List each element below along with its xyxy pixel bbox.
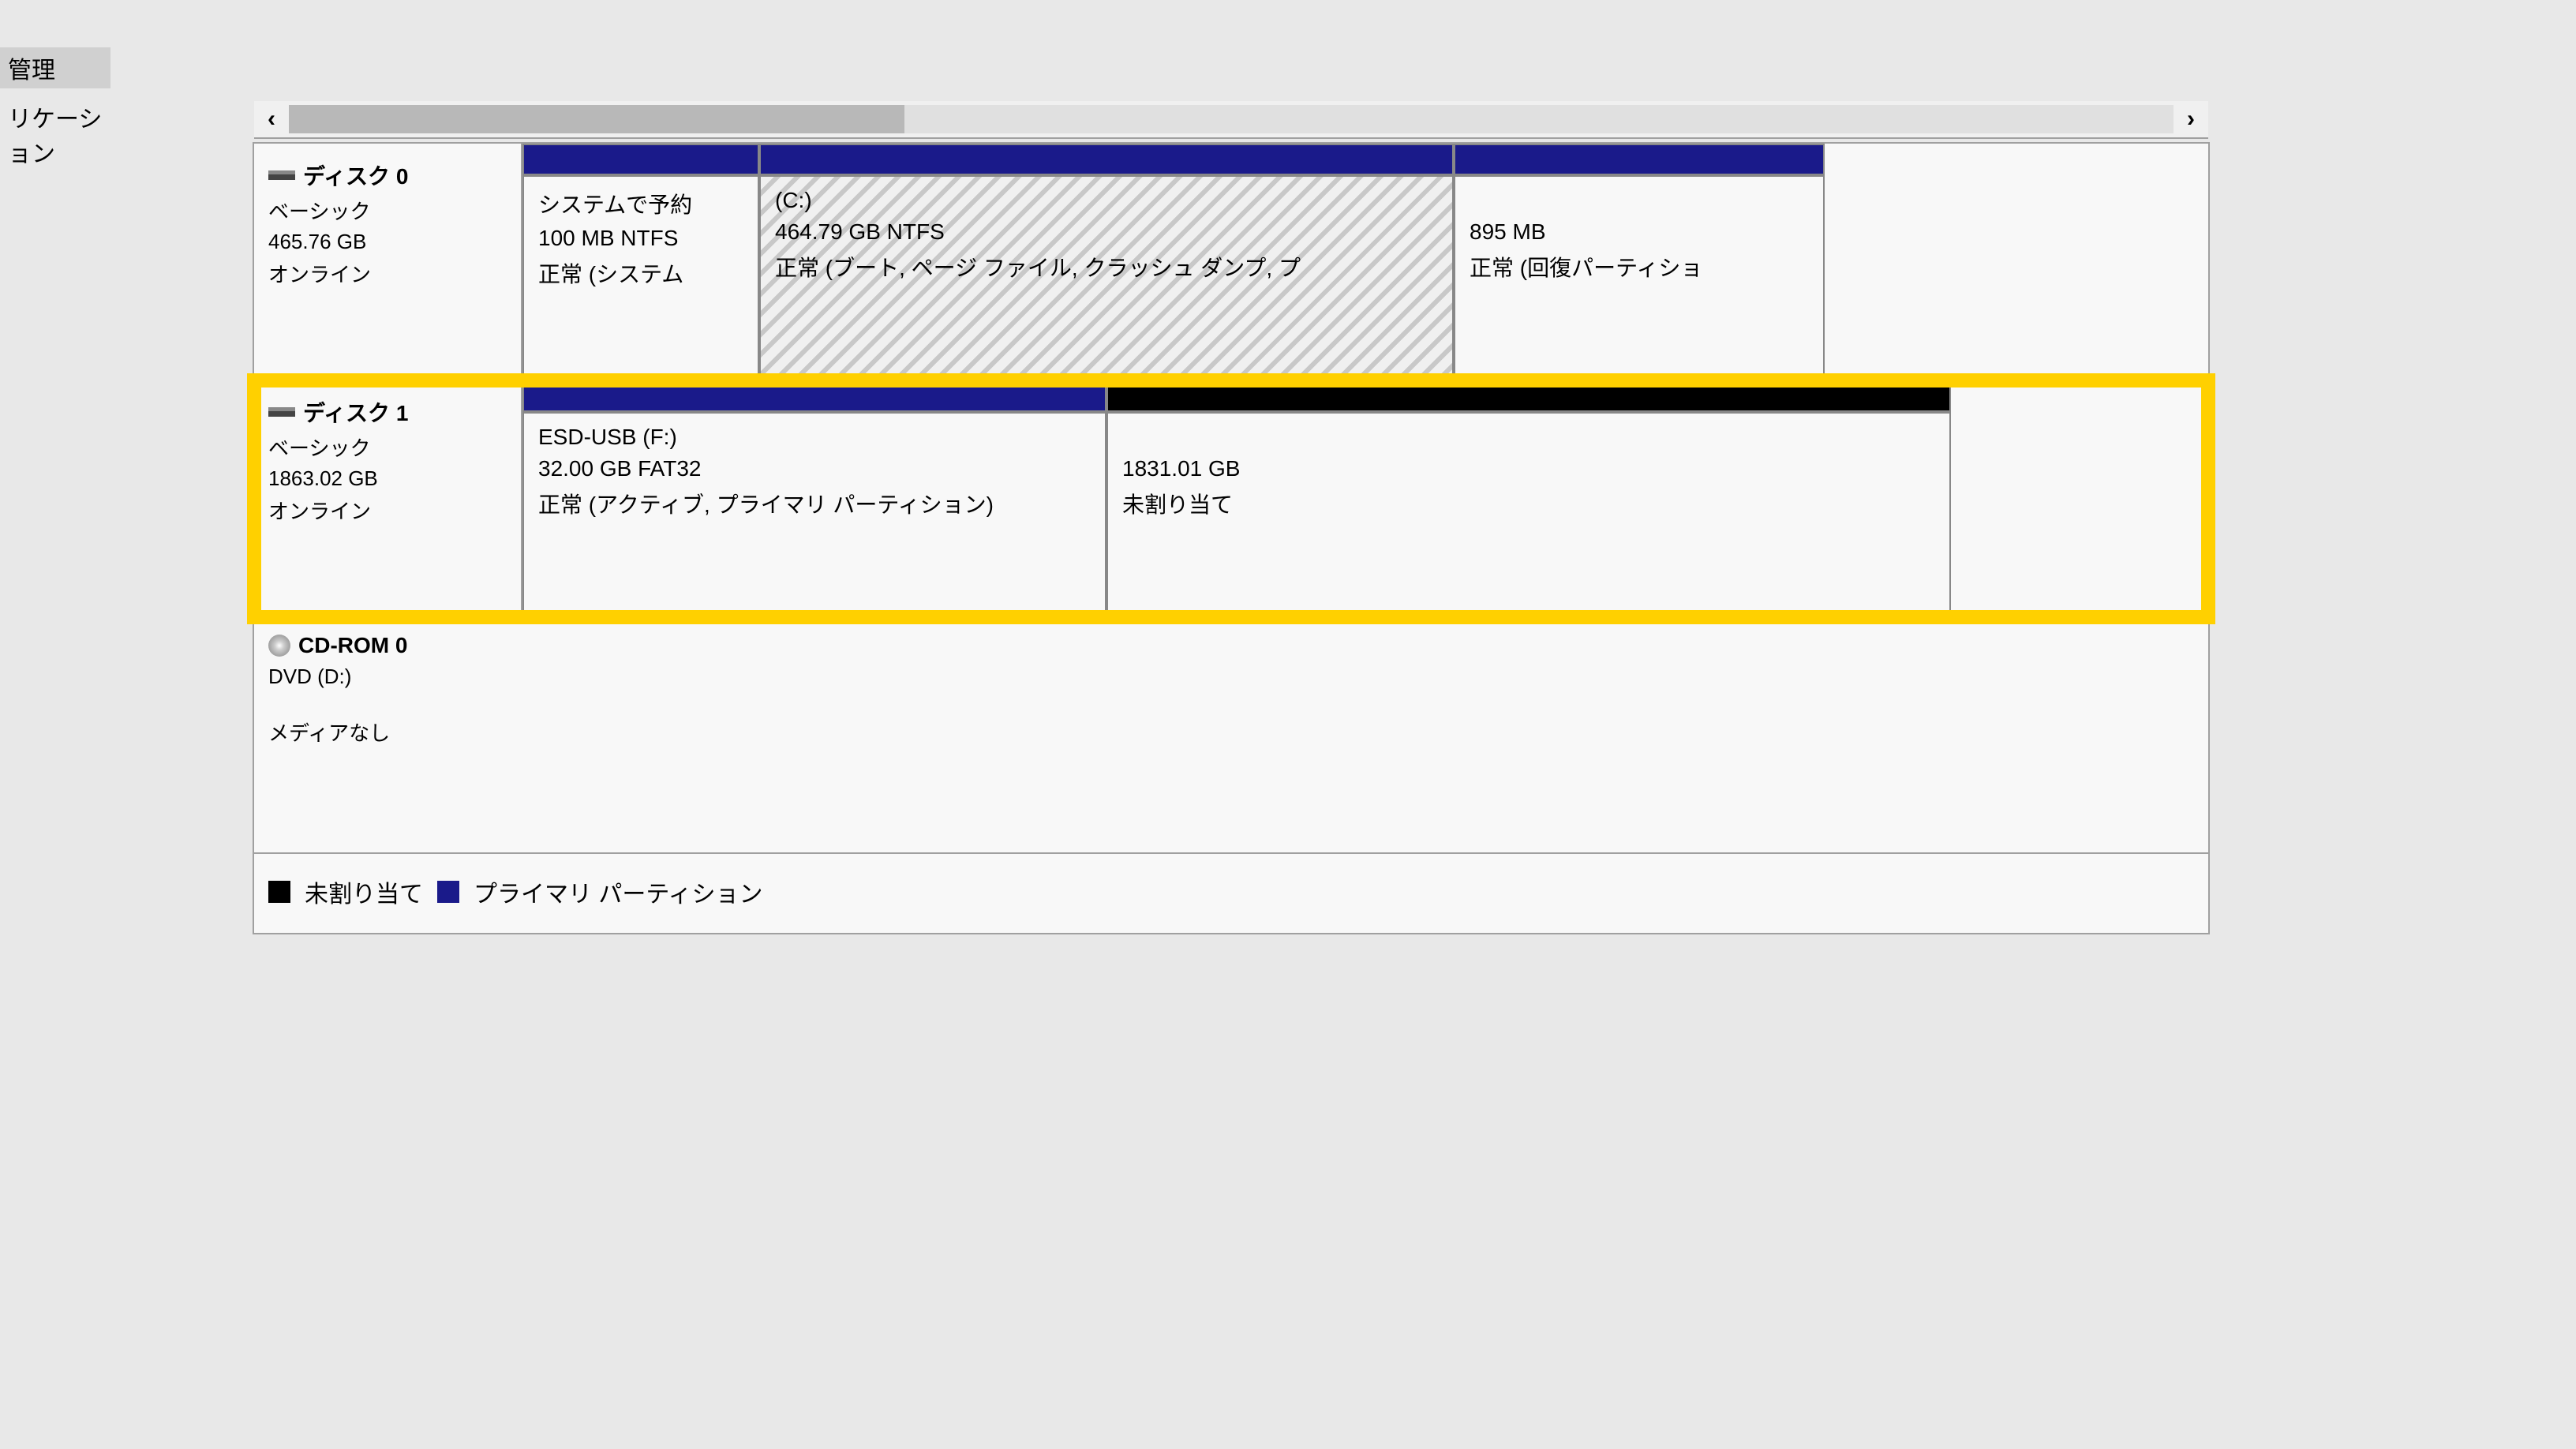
- partition-header[interactable]: [522, 380, 1106, 412]
- cdrom-media: メディアなし: [268, 717, 2194, 747]
- partition-header[interactable]: [1106, 380, 1951, 412]
- cdrom-row[interactable]: CD-ROM 0 DVD (D:) メディアなし: [254, 617, 2208, 854]
- disk-type: ベーシック: [268, 432, 507, 462]
- cdrom-drive: DVD (D:): [268, 665, 2194, 689]
- disk-type: ベーシック: [268, 196, 507, 225]
- scroll-left-button[interactable]: ‹: [254, 102, 289, 137]
- disk-icon: [268, 170, 295, 180]
- partition-drive: (C:): [775, 188, 1438, 213]
- partition-status: 正常 (システム: [538, 257, 743, 289]
- disk-management-panel: ‹ › ディスク 0 ベーシック 465.76 GB オンライン システムで: [253, 142, 2210, 934]
- partition-c-drive[interactable]: (C:) 464.79 GB NTFS 正常 (ブート, ページ ファイル, ク…: [759, 175, 1454, 379]
- disk-1-partitions: ESD-USB (F:) 32.00 GB FAT32 正常 (アクティブ, プ…: [522, 380, 2208, 616]
- legend: 未割り当て プライマリ パーティション: [254, 854, 2208, 933]
- partition-label: [1122, 425, 1935, 450]
- disk-name: ディスク 0: [303, 159, 408, 191]
- partition-header[interactable]: [1454, 144, 1825, 175]
- partition-esd-usb[interactable]: ESD-USB (F:) 32.00 GB FAT32 正常 (アクティブ, プ…: [522, 412, 1106, 616]
- scroll-track[interactable]: [289, 105, 2174, 133]
- partition-system-reserved[interactable]: システムで予約 100 MB NTFS 正常 (システム: [522, 175, 759, 379]
- partition-header[interactable]: [522, 144, 759, 175]
- disk-header-1[interactable]: ディスク 1 ベーシック 1863.02 GB オンライン: [254, 380, 522, 616]
- sidebar-item-management[interactable]: 管理: [0, 47, 110, 88]
- disk-status: オンライン: [268, 496, 507, 525]
- partition-size: 1831.01 GB: [1122, 456, 1935, 481]
- cd-icon: [268, 635, 290, 657]
- partition-status: 正常 (ブート, ページ ファイル, クラッシュ ダンプ, プ: [775, 251, 1438, 283]
- partition-size: 895 MB: [1470, 219, 1809, 245]
- disk-status: オンライン: [268, 259, 507, 288]
- scroll-right-button[interactable]: ›: [2174, 102, 2208, 137]
- horizontal-scrollbar[interactable]: ‹ ›: [254, 101, 2208, 139]
- partition-header[interactable]: [759, 144, 1454, 175]
- partition-label: [1470, 188, 1809, 213]
- partition-recovery[interactable]: 895 MB 正常 (回復パーティショ: [1454, 175, 1825, 379]
- disk-size: 465.76 GB: [268, 230, 507, 254]
- sidebar-item-application[interactable]: リケーション: [0, 96, 110, 172]
- partition-label: ESD-USB (F:): [538, 425, 1091, 450]
- partition-status: 未割り当て: [1122, 488, 1935, 519]
- cdrom-name: CD-ROM 0: [298, 633, 407, 658]
- scroll-thumb[interactable]: [289, 105, 904, 133]
- partition-unallocated[interactable]: 1831.01 GB 未割り当て: [1106, 412, 1951, 616]
- disk-row-0: ディスク 0 ベーシック 465.76 GB オンライン システムで予約 100…: [254, 144, 2208, 380]
- legend-primary: プライマリ パーティション: [474, 874, 763, 909]
- legend-square-primary-icon: [437, 881, 459, 903]
- disk-icon: [268, 407, 295, 417]
- partition-size: 32.00 GB FAT32: [538, 456, 1091, 481]
- disk-row-1: ディスク 1 ベーシック 1863.02 GB オンライン ESD-USB (F…: [254, 380, 2208, 617]
- partition-status: 正常 (回復パーティショ: [1470, 251, 1809, 283]
- disk-header-0[interactable]: ディスク 0 ベーシック 465.76 GB オンライン: [254, 144, 522, 379]
- disk-0-partitions: システムで予約 100 MB NTFS 正常 (システム (C:) 464.79…: [522, 144, 2208, 379]
- partition-status: 正常 (アクティブ, プライマリ パーティション): [538, 488, 1091, 519]
- partition-size: 464.79 GB NTFS: [775, 219, 1438, 245]
- disk-name: ディスク 1: [303, 396, 408, 428]
- legend-unallocated: 未割り当て: [305, 874, 423, 909]
- disk-size: 1863.02 GB: [268, 466, 507, 491]
- partition-size: 100 MB NTFS: [538, 226, 743, 251]
- partition-label: システムで予約: [538, 188, 743, 219]
- legend-square-unallocated-icon: [268, 881, 290, 903]
